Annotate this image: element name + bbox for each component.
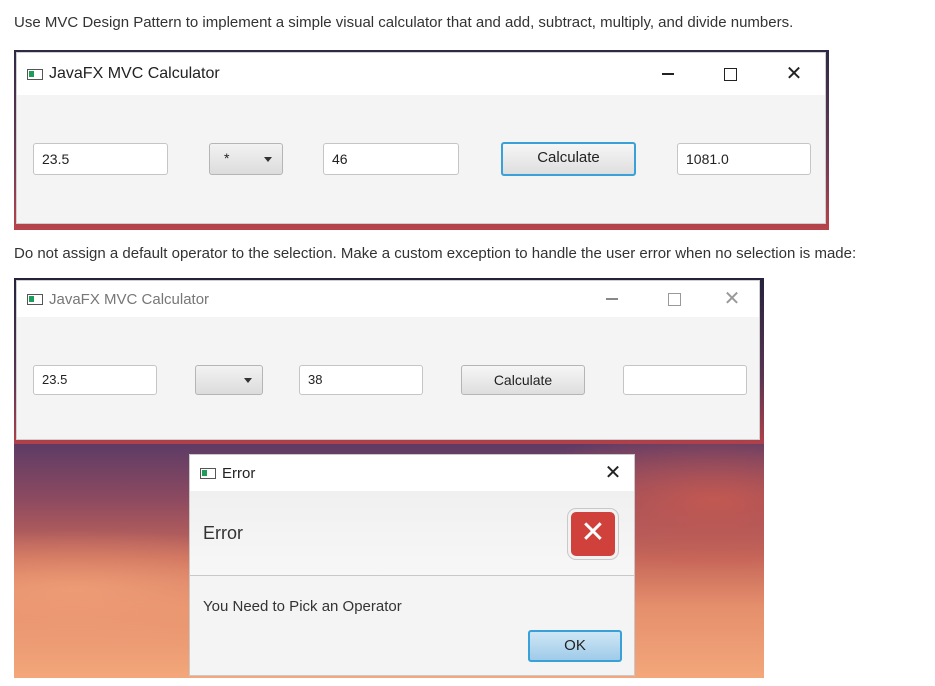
minimize-icon: [606, 298, 618, 300]
dialog-title: Error: [222, 464, 256, 482]
close-button[interactable]: ✕: [771, 53, 817, 95]
instruction-text-1: Use MVC Design Pattern to implement a si…: [14, 14, 794, 31]
first-number-field[interactable]: 23.5: [33, 143, 168, 175]
title-bar: JavaFX MVC Calculator: [17, 53, 825, 95]
calculator-window-1: JavaFX MVC Calculator ✕ 23.5 * 46 Calcul…: [16, 52, 826, 224]
result-field[interactable]: 1081.0: [677, 143, 811, 175]
dialog-close-button[interactable]: ✕: [590, 455, 636, 491]
maximize-icon: [667, 292, 681, 306]
second-number-field[interactable]: 38: [299, 365, 423, 395]
error-dialog: Error ✕ Error ✕ You Need to Pick an Oper…: [189, 454, 635, 676]
calculator-window-2: JavaFX MVC Calculator ✕ 23.5 38 Calculat…: [16, 280, 760, 440]
first-number-field[interactable]: 23.5: [33, 365, 157, 395]
ok-button[interactable]: OK: [528, 630, 622, 662]
instruction-text-2: Do not assign a default operator to the …: [14, 245, 857, 262]
dropdown-arrow-icon: [244, 378, 252, 383]
operator-selected: *: [224, 150, 230, 166]
minimize-icon: [662, 73, 674, 75]
minimize-button[interactable]: [645, 53, 691, 95]
app-icon: [200, 467, 216, 479]
minimize-button[interactable]: [589, 281, 635, 317]
dialog-header-area: Error ✕: [190, 491, 634, 576]
app-icon: [27, 293, 43, 305]
dialog-title-bar: Error: [190, 455, 634, 491]
operator-combo[interactable]: [195, 365, 263, 395]
dropdown-arrow-icon: [264, 157, 272, 162]
result-field[interactable]: [623, 365, 747, 395]
window-title: JavaFX MVC Calculator: [49, 290, 210, 308]
window-title: JavaFX MVC Calculator: [49, 65, 220, 82]
close-icon: ✕: [785, 63, 803, 85]
maximize-icon: [723, 67, 737, 81]
maximize-button[interactable]: [651, 281, 697, 317]
close-button[interactable]: ✕: [709, 281, 755, 317]
maximize-button[interactable]: [707, 53, 753, 95]
app-icon: [27, 68, 43, 80]
error-x-icon: ✕: [568, 509, 618, 559]
calculate-button[interactable]: Calculate: [461, 365, 585, 395]
close-icon: ✕: [604, 462, 622, 484]
close-icon: ✕: [723, 288, 741, 310]
second-number-field[interactable]: 46: [323, 143, 459, 175]
dialog-header: Error: [203, 523, 243, 543]
dialog-message: You Need to Pick an Operator: [203, 598, 402, 615]
title-bar: JavaFX MVC Calculator: [17, 281, 759, 317]
operator-combo[interactable]: *: [209, 143, 283, 175]
calculate-button[interactable]: Calculate: [501, 142, 636, 176]
